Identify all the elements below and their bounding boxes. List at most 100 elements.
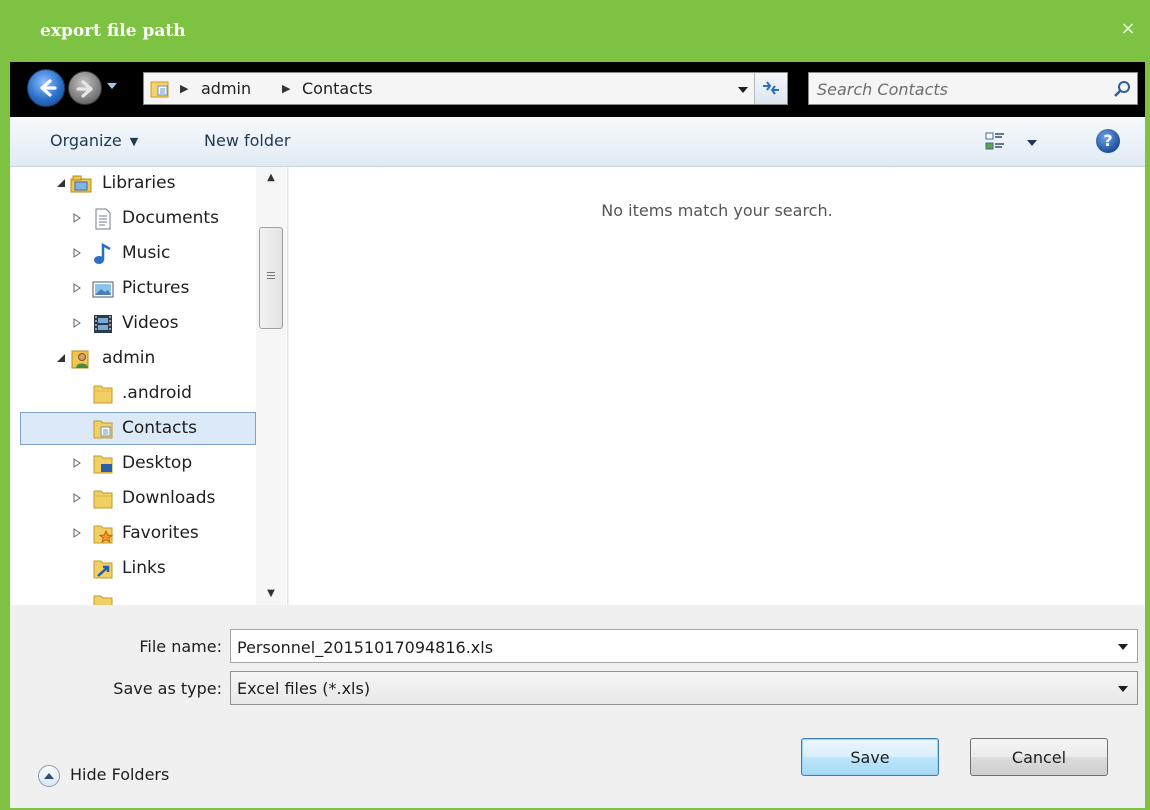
refresh-icon [763, 81, 779, 95]
dialog-window: export file path × ▶ admin ▶ Contacts Se… [0, 0, 1150, 810]
save-type-label: Save as type: [113, 679, 222, 698]
organize-button[interactable]: Organize ▼ [50, 131, 138, 150]
chevron-up-icon [44, 773, 54, 779]
grip-icon [267, 272, 275, 281]
tree-item-music[interactable]: Music [10, 237, 255, 270]
expanded-arrow-icon[interactable] [56, 178, 66, 188]
tree-item-label: Downloads [122, 488, 216, 508]
videos-icon [94, 315, 112, 333]
tree-item-videos[interactable]: Videos [10, 307, 255, 340]
tree-item-downloads[interactable]: Downloads [10, 482, 255, 515]
tree-item-label: admin [102, 348, 156, 368]
title-bar: export file path × [0, 0, 1150, 62]
user-folder-icon [71, 350, 89, 369]
back-button[interactable] [27, 69, 65, 107]
chevron-down-icon[interactable] [1117, 642, 1129, 652]
recent-locations-dropdown-icon[interactable] [106, 80, 118, 92]
desktop-folder-icon [93, 455, 113, 474]
file-name-input[interactable] [237, 636, 1097, 658]
tree-item-admin[interactable]: admin [10, 342, 255, 375]
downloads-folder-icon [93, 490, 113, 509]
tree-item-desktop[interactable]: Desktop [10, 447, 255, 480]
tree-item-label: Links [122, 558, 166, 578]
save-type-select[interactable]: Excel files (*.xls) [230, 671, 1138, 705]
file-list[interactable]: No items match your search. [289, 167, 1145, 605]
tree-item-pictures[interactable]: Pictures [10, 272, 255, 305]
tree-item-label: Desktop [122, 453, 193, 473]
address-box[interactable]: ▶ admin ▶ Contacts [143, 72, 788, 105]
help-icon[interactable]: ? [1096, 129, 1120, 153]
tree-item-android[interactable]: .android [10, 377, 255, 410]
collapsed-arrow-icon[interactable] [72, 528, 82, 538]
change-view-icon[interactable] [984, 131, 1006, 153]
tree-item-favorites[interactable]: Favorites [10, 517, 255, 550]
tree-item-documents[interactable]: Documents [10, 202, 255, 235]
forward-arrow-icon [76, 80, 93, 98]
tree-item-contacts[interactable]: Contacts [20, 412, 256, 445]
collapsed-arrow-icon[interactable] [72, 318, 82, 328]
cancel-button[interactable]: Cancel [970, 738, 1108, 776]
links-folder-icon [93, 560, 113, 579]
breadcrumb-admin[interactable]: admin [201, 79, 251, 98]
dialog-body: ▶ admin ▶ Contacts Search Contacts Organ… [10, 62, 1145, 808]
address-dropdown-icon[interactable] [737, 83, 749, 95]
tree-item-label: Music [122, 243, 171, 263]
save-type-value: Excel files (*.xls) [237, 679, 371, 698]
dialog-title: export file path [40, 21, 186, 41]
new-folder-button[interactable]: New folder [204, 131, 290, 150]
chevron-down-icon: ▼ [129, 135, 139, 148]
navigation-tree: Libraries Documents Music Pictures Video… [10, 167, 288, 605]
tree-item-label: Pictures [122, 278, 190, 298]
forward-button[interactable] [68, 71, 102, 105]
tree-scrollbar[interactable]: ▲ ▼ [256, 167, 286, 605]
breadcrumb-separator-icon[interactable]: ▶ [282, 82, 290, 95]
command-toolbar: Organize ▼ New folder ? [10, 117, 1145, 167]
back-arrow-icon [40, 79, 57, 97]
file-name-label: File name: [139, 637, 222, 656]
scrollbar-thumb[interactable] [259, 227, 283, 329]
navigation-bar: ▶ admin ▶ Contacts [10, 62, 1145, 117]
collapsed-arrow-icon[interactable] [72, 458, 82, 468]
tree-item-links[interactable]: Links [10, 552, 255, 585]
collapsed-arrow-icon[interactable] [72, 493, 82, 503]
tree-item-partial[interactable] [10, 587, 255, 605]
tree-item-label: Libraries [102, 173, 176, 193]
scroll-up-icon[interactable]: ▲ [256, 167, 286, 189]
documents-icon [95, 208, 111, 230]
folder-icon [93, 595, 113, 605]
pictures-icon [92, 281, 114, 298]
scroll-down-icon[interactable]: ▼ [256, 583, 286, 605]
breadcrumb-contacts[interactable]: Contacts [302, 79, 373, 98]
libraries-icon [70, 175, 92, 193]
save-form: File name: Save as type: Excel files (*.… [10, 605, 1145, 808]
search-icon[interactable] [1113, 80, 1131, 98]
organize-label: Organize [50, 131, 122, 150]
contacts-folder-icon [150, 81, 169, 98]
collapse-up-icon [38, 765, 60, 787]
favorites-folder-icon [93, 525, 114, 544]
collapsed-arrow-icon[interactable] [72, 248, 82, 258]
tree-item-label: Videos [122, 313, 179, 333]
music-icon [94, 243, 111, 264]
chevron-down-icon[interactable] [1117, 684, 1129, 694]
save-button[interactable]: Save [801, 738, 939, 776]
close-icon[interactable]: × [1118, 19, 1138, 39]
empty-message: No items match your search. [601, 201, 833, 220]
expanded-arrow-icon[interactable] [56, 353, 66, 363]
folder-icon [93, 385, 113, 404]
view-options-dropdown-icon[interactable] [1026, 138, 1038, 148]
contacts-folder-icon [93, 420, 113, 439]
breadcrumb-separator-icon[interactable]: ▶ [180, 82, 188, 95]
hide-folders-label: Hide Folders [70, 765, 170, 784]
collapsed-arrow-icon[interactable] [72, 283, 82, 293]
search-input[interactable] [817, 78, 1097, 100]
refresh-button[interactable] [754, 73, 787, 104]
collapsed-arrow-icon[interactable] [72, 213, 82, 223]
tree-item-label: Contacts [122, 418, 197, 438]
tree-item-label: Documents [122, 208, 219, 228]
tree-item-label: Favorites [122, 523, 199, 543]
search-box[interactable] [808, 72, 1138, 105]
tree-item-label: .android [122, 383, 192, 403]
file-name-combo[interactable] [230, 629, 1138, 663]
tree-item-libraries[interactable]: Libraries [10, 167, 255, 200]
